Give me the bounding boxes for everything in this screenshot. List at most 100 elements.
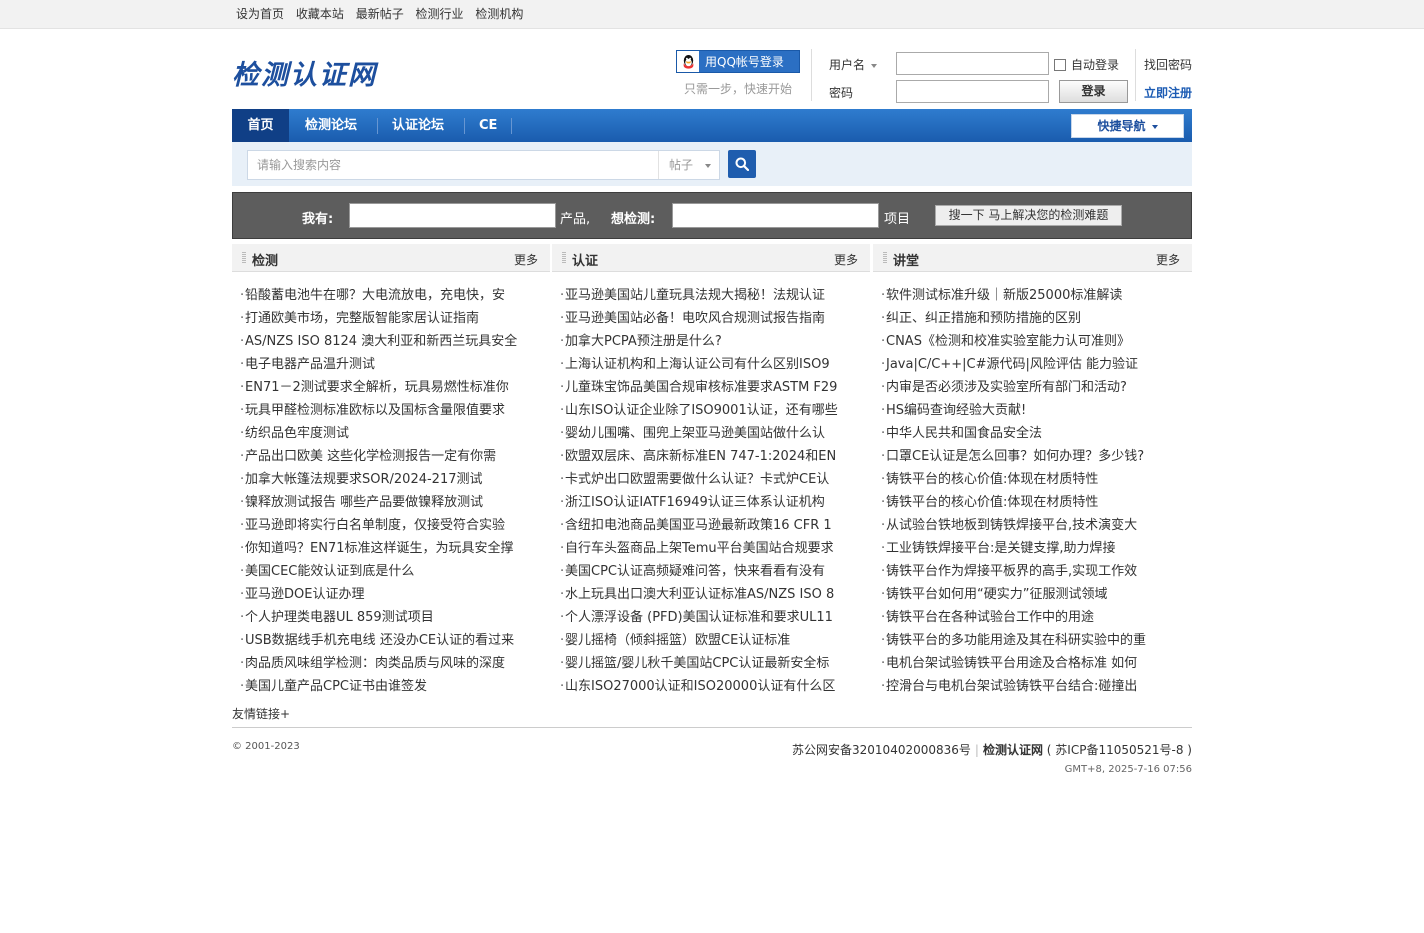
article-link[interactable]: 从试验台铁地板到铸铁焊接平台,技术演变大	[886, 518, 1137, 533]
article-link[interactable]: 婴儿摇椅（倾斜摇篮）欧盟CE认证标准	[565, 633, 790, 648]
article-link[interactable]: 个人护理类电器UL 859测试项目	[245, 610, 434, 625]
article-link[interactable]: USB数据线手机充电线 还没办CE认证的看过来	[245, 633, 514, 648]
article-link[interactable]: 铸铁平台的多功能用途及其在科研实验中的重	[886, 633, 1146, 648]
icp-link[interactable]: ( 苏ICP备11050521号-8 )	[1047, 743, 1192, 757]
article-link[interactable]: 美国CEC能效认证到底是什么	[245, 564, 414, 579]
list-item: 肉品质风味组学检测：肉类品质与风味的深度	[232, 652, 542, 675]
article-link[interactable]: Java|C/C++|C#源代码|风险评估 能力验证	[886, 357, 1138, 372]
article-link[interactable]: 控滑台与电机台架试验铸铁平台结合:碰撞出	[886, 679, 1137, 694]
testing-agencies-link[interactable]: 检测机构	[475, 7, 523, 21]
more-link[interactable]: 更多	[1156, 251, 1180, 268]
search-button[interactable]	[728, 150, 756, 178]
article-link[interactable]: 内审是否必须涉及实验室所有部门和活动?	[886, 380, 1127, 395]
article-link[interactable]: 个人漂浮设备 (PFD)美国认证标准和要求UL11	[565, 610, 833, 625]
more-link[interactable]: 更多	[514, 251, 538, 268]
list-item: 你知道吗？EN71标准这样诞生，为玩具安全撑	[232, 537, 542, 560]
password-input[interactable]	[896, 80, 1049, 103]
article-link[interactable]: 电子电器产品温升测试	[245, 357, 375, 372]
site-logo[interactable]: 检测认证网	[232, 53, 377, 92]
article-link[interactable]: 亚马逊即将实行白名单制度，仅接受符合实验	[245, 518, 505, 533]
test-search-button[interactable]: 搜一下 马上解决您的检测难题	[935, 205, 1122, 226]
list-item: 婴儿摇椅（倾斜摇篮）欧盟CE认证标准	[552, 629, 862, 652]
article-link[interactable]: 加拿大PCPA预注册是什么?	[565, 334, 722, 349]
quick-nav-button[interactable]: 快捷导航	[1071, 114, 1184, 138]
product-input[interactable]	[349, 203, 556, 228]
article-link[interactable]: 自行车头盔商品上架Temu平台美国站合规要求	[565, 541, 834, 556]
testing-industry-link[interactable]: 检测行业	[416, 7, 464, 21]
article-link[interactable]: 软件测试标准升级｜新版25000标准解读	[886, 288, 1122, 303]
friend-links-label: 友情链接+	[232, 707, 291, 721]
article-link[interactable]: 铅酸蓄电池牛在哪？大电流放电，充电快，安	[245, 288, 505, 303]
register-link[interactable]: 立即注册	[1144, 84, 1192, 101]
article-link[interactable]: 纺织品色牢度测试	[245, 426, 349, 441]
article-link[interactable]: 含纽扣电池商品美国亚马逊最新政策16 CFR 1	[565, 518, 832, 533]
search-type-select[interactable]: 帖子	[658, 151, 719, 179]
article-link[interactable]: 中华人民共和国食品安全法	[886, 426, 1042, 441]
article-link[interactable]: 亚马逊DOE认证办理	[245, 587, 364, 602]
column-testing: 检测 更多 铅酸蓄电池牛在哪？大电流放电，充电快，安打通欧美市场，完整版智能家居…	[232, 244, 550, 698]
article-link[interactable]: 婴儿摇篮/婴儿秋千美国站CPC认证最新安全标	[565, 656, 829, 671]
nav-item-testing-forum[interactable]: 检测论坛	[305, 109, 357, 142]
list-item: 美国CPC认证高频疑难问答，快来看看有没有	[552, 560, 862, 583]
article-link[interactable]: 美国CPC认证高频疑难问答，快来看看有没有	[565, 564, 825, 579]
article-link[interactable]: 浙江ISO认证IATF16949认证三体系认证机构	[565, 495, 825, 510]
article-link[interactable]: 亚马逊美国站儿童玩具法规大揭秘！法规认证	[565, 288, 825, 303]
test-item-input[interactable]	[672, 203, 879, 228]
list-item: 婴儿摇篮/婴儿秋千美国站CPC认证最新安全标	[552, 652, 862, 675]
find-password-link[interactable]: 找回密码	[1144, 56, 1192, 73]
article-link[interactable]: 儿童珠宝饰品美国合规审核标准要求ASTM F29	[565, 380, 837, 395]
site-name-link[interactable]: 检测认证网	[983, 743, 1043, 757]
latest-posts-link[interactable]: 最新帖子	[356, 7, 404, 21]
more-link[interactable]: 更多	[834, 251, 858, 268]
article-link[interactable]: 玩具甲醛检测标准欧标以及国标含量限值要求	[245, 403, 505, 418]
nav-item-home[interactable]: 首页	[232, 109, 289, 142]
article-link[interactable]: 铸铁平台的核心价值:体现在材质特性	[886, 472, 1098, 487]
article-link[interactable]: 电机台架试验铸铁平台用途及合格标准 如何	[886, 656, 1137, 671]
article-link[interactable]: 婴幼儿围嘴、围兜上架亚马逊美国站做什么认	[565, 426, 825, 441]
username-type-select[interactable]: 用户名	[829, 56, 878, 73]
login-button[interactable]: 登录	[1059, 80, 1128, 103]
article-link[interactable]: 加拿大帐篷法规要求SOR/2024-217测试	[245, 472, 483, 487]
article-link[interactable]: 卡式炉出口欧盟需要做什么认证？卡式炉CE认	[565, 472, 829, 487]
username-input[interactable]	[896, 52, 1049, 75]
username-label: 用户名	[829, 58, 866, 72]
article-link[interactable]: 水上玩具出口澳大利亚认证标准AS/NZS ISO 8	[565, 587, 834, 602]
article-link[interactable]: 纠正、纠正措施和预防措施的区别	[886, 311, 1081, 326]
article-link[interactable]: 山东ISO认证企业除了ISO9001认证，还有哪些	[565, 403, 838, 418]
auto-login-checkbox[interactable]: 自动登录	[1054, 56, 1119, 73]
article-link[interactable]: 工业铸铁焊接平台:是关键支撑,助力焊接	[886, 541, 1116, 556]
qq-login-button[interactable]: 用QQ帐号登录	[676, 50, 800, 73]
article-link[interactable]: 山东ISO27000认证和ISO20000认证有什么区	[565, 679, 835, 694]
article-link[interactable]: 铸铁平台作为焊接平板界的高手,实现工作效	[886, 564, 1137, 579]
article-link[interactable]: CNAS《检测和校准实验室能力认可准则》	[886, 334, 1130, 349]
top-bar: 设为首页 收藏本站 最新帖子 检测行业 检测机构	[0, 0, 1424, 29]
search-input[interactable]	[248, 151, 648, 179]
nav-item-ce[interactable]: CE	[479, 109, 497, 142]
article-link[interactable]: AS/NZS ISO 8124 澳大利亚和新西兰玩具安全	[245, 334, 517, 349]
article-link[interactable]: 美国儿童产品CPC证书由谁签发	[245, 679, 427, 694]
article-link[interactable]: 你知道吗？EN71标准这样诞生，为玩具安全撑	[245, 541, 513, 556]
list-item: 浙江ISO认证IATF16949认证三体系认证机构	[552, 491, 862, 514]
article-link[interactable]: 镍释放测试报告 哪些产品要做镍释放测试	[245, 495, 483, 510]
nav-item-certification-forum[interactable]: 认证论坛	[392, 109, 444, 142]
article-list: 软件测试标准升级｜新版25000标准解读纠正、纠正措施和预防措施的区别 CNAS《…	[873, 272, 1192, 698]
article-link[interactable]: EN71－2测试要求全解析，玩具易燃性标准你	[245, 380, 509, 395]
article-link[interactable]: HS编码查询经验大贡献!	[886, 403, 1026, 418]
article-link[interactable]: 铸铁平台的核心价值:体现在材质特性	[886, 495, 1098, 510]
article-link[interactable]: 肉品质风味组学检测：肉类品质与风味的深度	[245, 656, 505, 671]
police-record-link[interactable]: 苏公网安备32010402000836号	[792, 743, 971, 757]
column-title: 检测	[252, 254, 279, 269]
article-link[interactable]: 产品出口欧美 这些化学检测报告一定有你需	[245, 449, 496, 464]
item-label: 项目	[884, 212, 911, 227]
site-name: 检测认证网	[982, 743, 1043, 757]
set-homepage-link[interactable]: 设为首页	[236, 7, 284, 21]
article-link[interactable]: 打通欧美市场，完整版智能家居认证指南	[245, 311, 479, 326]
article-link[interactable]: 上海认证机构和上海认证公司有什么区别ISO9	[565, 357, 830, 372]
article-link[interactable]: 亚马逊美国站必备！电吹风合规测试报告指南	[565, 311, 825, 326]
friend-links[interactable]: 友情链接+	[232, 706, 1192, 728]
article-link[interactable]: 铸铁平台在各种试验台工作中的用途	[886, 610, 1094, 625]
bookmark-link[interactable]: 收藏本站	[296, 7, 344, 21]
article-link[interactable]: 铸铁平台如何用“硬实力”征服测试领域	[886, 587, 1107, 602]
article-link[interactable]: 欧盟双层床、高床新标准EN 747-1:2024和EN	[565, 449, 836, 464]
article-link[interactable]: 口罩CE认证是怎么回事？如何办理？多少钱?	[886, 449, 1144, 464]
